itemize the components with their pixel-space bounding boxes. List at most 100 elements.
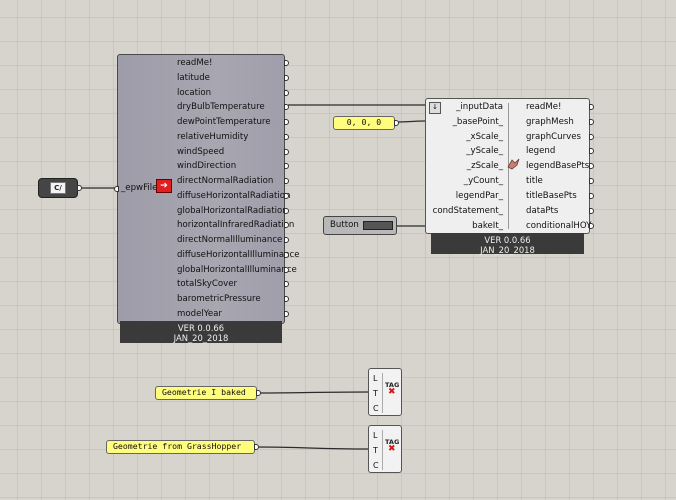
component-icon: ↓ (429, 102, 441, 114)
output-grip[interactable] (284, 296, 289, 302)
output-grip[interactable] (589, 223, 594, 229)
output-grip[interactable] (589, 193, 594, 199)
output-grip[interactable] (394, 120, 399, 126)
output-grip[interactable] (284, 163, 289, 169)
output-ghr: globalHorizontalRadiation (177, 206, 288, 216)
version-text: VER 0.0.66 (177, 323, 225, 333)
output-drybulb: dryBulbTemperature (177, 102, 265, 112)
output-hir: horizontalInfraredRadiation (177, 220, 295, 230)
output-ghi: globalHorizontalIlluminance (177, 265, 297, 275)
output-skycover: totalSkyCover (177, 279, 238, 289)
output-grip[interactable] (284, 311, 289, 317)
bake-component-2[interactable]: L T C TAG ✖ (368, 425, 402, 473)
tag-x-icon: ✖ (388, 387, 396, 397)
output-title: title (526, 176, 543, 186)
ladybug-icon (507, 158, 520, 170)
output-grip[interactable] (589, 119, 594, 125)
import-epw-component[interactable]: _epwFile ➔ readMe! latitude location dry… (114, 54, 300, 324)
output-grip[interactable] (77, 185, 82, 191)
button-plate[interactable] (363, 221, 393, 230)
output-grip[interactable] (256, 390, 261, 396)
output-legendbasepts: legendBasePts (526, 161, 590, 171)
output-latitude: latitude (177, 73, 210, 83)
output-grip[interactable] (284, 75, 289, 81)
output-grip[interactable] (284, 208, 289, 214)
output-grip[interactable] (284, 149, 289, 155)
output-grip[interactable] (589, 134, 594, 140)
output-readme: readMe! (526, 102, 562, 112)
input-ycount: _yCount_ (463, 176, 503, 186)
panel-text: Geometrie I baked (162, 387, 246, 397)
folder-path-icon: C/ (50, 182, 66, 194)
output-conditionalhoy: conditionalHOY (526, 221, 592, 231)
output-grip[interactable] (284, 104, 289, 110)
output-humidity: relativeHumidity (177, 132, 249, 142)
input-legendpar: legendPar_ (455, 191, 503, 201)
output-graphcurves: graphCurves (526, 132, 581, 142)
output-grip[interactable] (284, 237, 289, 243)
output-grip[interactable] (589, 208, 594, 214)
3d-chart-component[interactable]: ↓ _inputData _basePoint_ _xScale_ _yScal… (425, 98, 594, 234)
wire-panel1-to-bake1 (257, 391, 369, 394)
output-readme: readMe! (177, 58, 213, 68)
output-grip[interactable] (254, 444, 259, 450)
output-grip[interactable] (284, 134, 289, 140)
output-winddirection: windDirection (177, 161, 237, 171)
text-panel-baked[interactable]: Geometrie I baked (155, 386, 261, 400)
input-yscale: _yScale_ (466, 146, 503, 156)
bake-button[interactable]: Button (323, 216, 397, 235)
output-grip[interactable] (589, 178, 594, 184)
input-condstatement: condStatement_ (432, 206, 503, 216)
output-datapts: dataPts (526, 206, 559, 216)
output-grip[interactable] (589, 163, 594, 169)
output-pressure: barometricPressure (177, 294, 261, 304)
point-panel[interactable]: 0, 0, 0 (333, 116, 399, 130)
output-dnr: directNormalRadiation (177, 176, 274, 186)
output-windspeed: windSpeed (177, 147, 225, 157)
version-text: VER 0.0.66 (484, 235, 531, 245)
graph-version-bar: VER 0.0.66 JAN_20_2018 (431, 233, 584, 255)
epw-version-bar: VER 0.0.66 JAN_20_2018 (120, 321, 282, 343)
output-dni: directNormalIlluminance (177, 235, 283, 245)
output-dhi: diffuseHorizontalIlluminance (177, 250, 300, 260)
import-epw-icon: ➔ (156, 179, 172, 193)
pin-l: L (373, 431, 378, 440)
output-location: location (177, 88, 212, 98)
pin-t: T (373, 446, 378, 455)
divider (382, 430, 383, 470)
point-panel-text: 0, 0, 0 (346, 117, 382, 127)
pin-l: L (373, 374, 378, 383)
input-xscale: _xScale_ (466, 132, 503, 142)
pin-c: C (373, 404, 379, 413)
output-legend: legend (526, 146, 556, 156)
panel-text: Geometrie from GrassHopper (113, 441, 242, 451)
input-inputdata: _inputData (456, 102, 503, 112)
divider (382, 373, 383, 413)
output-grip[interactable] (284, 119, 289, 125)
file-path-param[interactable]: C/ (38, 178, 82, 198)
output-titlebasepts: titleBasePts (526, 191, 577, 201)
version-date: JAN_20_2018 (173, 333, 229, 343)
output-graphmesh: graphMesh (526, 117, 574, 127)
bake-component-1[interactable]: L T C TAG ✖ (368, 368, 402, 416)
output-dhr: diffuseHorizontalRadiation (177, 191, 291, 201)
output-grip[interactable] (284, 281, 289, 287)
output-grip[interactable] (284, 90, 289, 96)
version-date: JAN_20_2018 (480, 245, 535, 255)
pin-t: T (373, 389, 378, 398)
output-modelyear: modelYear (177, 309, 222, 319)
output-grip[interactable] (284, 60, 289, 66)
wire-panel2-to-bake2 (255, 446, 369, 450)
output-grip[interactable] (589, 104, 594, 110)
input-bakeit: bakeIt_ (472, 221, 503, 231)
input-grip-epwfile[interactable] (114, 186, 119, 192)
output-dewpoint: dewPointTemperature (177, 117, 271, 127)
input-basepoint: _basePoint_ (452, 117, 503, 127)
output-grip[interactable] (284, 178, 289, 184)
output-grip[interactable] (589, 148, 594, 154)
pin-c: C (373, 461, 379, 470)
text-panel-grasshopper[interactable]: Geometrie from GrassHopper (106, 440, 259, 454)
tag-x-icon: ✖ (388, 444, 396, 454)
wire-point-to-basepoint (395, 120, 426, 123)
input-label-epwfile: _epwFile (121, 183, 158, 193)
